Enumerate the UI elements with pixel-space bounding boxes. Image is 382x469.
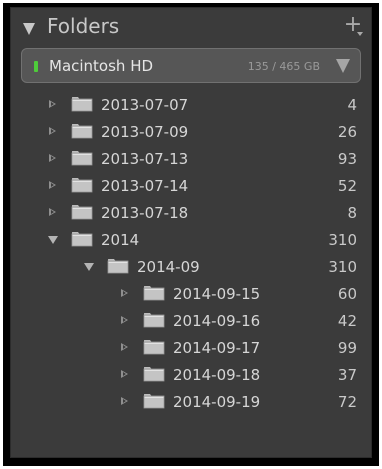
folder-icon [143, 340, 165, 355]
folder-photo-count: 8 [347, 204, 357, 222]
folder-icon [107, 259, 129, 274]
expanded-triangle-icon[interactable] [48, 236, 58, 244]
folders-panel-body: Folders + Macintosh HD 135 / 465 GB 2013… [10, 7, 372, 458]
folder-name: 2013-07-09 [101, 123, 189, 141]
volume-online-indicator-icon [34, 61, 38, 72]
folder-icon [143, 286, 165, 301]
collapsed-triangle-icon[interactable] [121, 289, 128, 297]
folder-icon [71, 97, 93, 112]
folder-photo-count: 72 [337, 393, 357, 411]
folder-row[interactable]: 2013-07-18 8 [11, 199, 371, 226]
collapsed-triangle-icon[interactable] [49, 154, 56, 162]
folder-name: 2013-07-14 [101, 177, 189, 195]
folder-photo-count: 52 [337, 177, 357, 195]
folder-row[interactable]: 2014-09 310 [11, 253, 371, 280]
folder-row[interactable]: 2013-07-14 52 [11, 172, 371, 199]
folder-photo-count: 4 [347, 96, 357, 114]
collapsed-triangle-icon[interactable] [121, 343, 128, 351]
collapsed-triangle-icon[interactable] [49, 127, 56, 135]
folder-icon [71, 124, 93, 139]
folder-name: 2014-09-15 [173, 285, 261, 303]
folder-list: 2013-07-07 4 2013-07-09 26 2013-07-13 93 2013-… [11, 91, 371, 415]
folder-icon [143, 367, 165, 382]
folder-row[interactable]: 2013-07-07 4 [11, 91, 371, 118]
folder-name: 2014-09 [137, 258, 200, 276]
folder-name: 2014-09-16 [173, 312, 261, 330]
folder-photo-count: 93 [337, 150, 357, 168]
folder-name: 2013-07-07 [101, 96, 189, 114]
collapsed-triangle-icon[interactable] [121, 316, 128, 324]
add-menu-caret-icon [357, 32, 363, 36]
folder-photo-count: 26 [337, 123, 357, 141]
volume-name: Macintosh HD [49, 57, 154, 75]
folder-row[interactable]: 2014-09-16 42 [11, 307, 371, 334]
folder-photo-count: 310 [328, 258, 357, 276]
folder-photo-count: 99 [337, 339, 357, 357]
panel-title[interactable]: Folders [47, 13, 119, 39]
folder-photo-count: 310 [328, 231, 357, 249]
folder-icon [71, 205, 93, 220]
folder-row[interactable]: 2013-07-13 93 [11, 145, 371, 172]
collapsed-triangle-icon[interactable] [49, 100, 56, 108]
folders-panel: Folders + Macintosh HD 135 / 465 GB 2013… [3, 3, 379, 466]
folder-name: 2013-07-18 [101, 204, 189, 222]
folder-icon [71, 232, 93, 247]
folder-name: 2013-07-13 [101, 150, 189, 168]
folder-name: 2014-09-18 [173, 366, 261, 384]
volume-usage: 135 / 465 GB [247, 60, 320, 73]
folder-icon [71, 178, 93, 193]
folder-row[interactable]: 2014-09-15 60 [11, 280, 371, 307]
folder-row[interactable]: 2013-07-09 26 [11, 118, 371, 145]
panel-header[interactable]: Folders + [11, 8, 371, 46]
folder-row[interactable]: 2014-09-17 99 [11, 334, 371, 361]
collapsed-triangle-icon[interactable] [49, 208, 56, 216]
folder-photo-count: 42 [337, 312, 357, 330]
add-folder-button[interactable]: + [341, 12, 365, 40]
volume-bar[interactable]: Macintosh HD 135 / 465 GB [21, 48, 361, 83]
folder-icon [143, 394, 165, 409]
folder-photo-count: 60 [337, 285, 357, 303]
folder-photo-count: 37 [337, 366, 357, 384]
folder-name: 2014-09-19 [173, 393, 261, 411]
volume-menu-triangle-icon[interactable] [336, 59, 350, 73]
expanded-triangle-icon[interactable] [84, 263, 94, 271]
collapsed-triangle-icon[interactable] [49, 181, 56, 189]
collapse-triangle-icon[interactable] [23, 23, 35, 35]
folder-name: 2014-09-17 [173, 339, 261, 357]
collapsed-triangle-icon[interactable] [121, 370, 128, 378]
collapsed-triangle-icon[interactable] [121, 397, 128, 405]
folder-row[interactable]: 2014 310 [11, 226, 371, 253]
folder-name: 2014 [101, 231, 140, 249]
folder-icon [71, 151, 93, 166]
folder-row[interactable]: 2014-09-19 72 [11, 388, 371, 415]
folder-icon [143, 313, 165, 328]
folder-row[interactable]: 2014-09-18 37 [11, 361, 371, 388]
